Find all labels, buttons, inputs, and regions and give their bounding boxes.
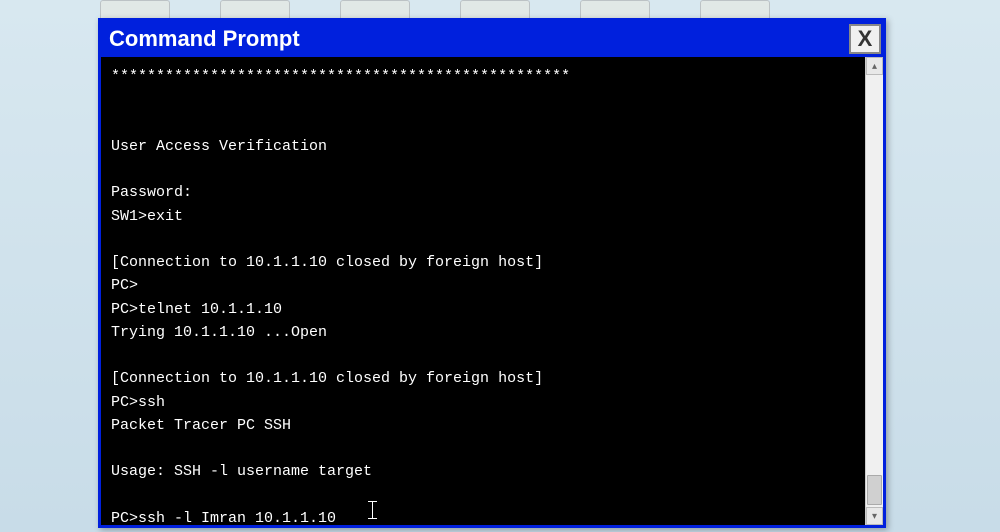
scroll-track[interactable] bbox=[866, 75, 883, 507]
close-button[interactable]: X bbox=[849, 24, 881, 54]
scroll-thumb[interactable] bbox=[867, 475, 882, 505]
terminal-output[interactable]: ****************************************… bbox=[101, 57, 865, 525]
scroll-down-arrow-icon[interactable]: ▾ bbox=[866, 507, 883, 525]
terminal-container: ****************************************… bbox=[101, 57, 883, 525]
command-prompt-window: Command Prompt X ***********************… bbox=[98, 18, 886, 528]
vertical-scrollbar[interactable]: ▴ ▾ bbox=[865, 57, 883, 525]
close-icon: X bbox=[858, 26, 873, 52]
scroll-up-arrow-icon[interactable]: ▴ bbox=[866, 57, 883, 75]
titlebar[interactable]: Command Prompt X bbox=[101, 21, 883, 57]
window-title: Command Prompt bbox=[109, 26, 300, 52]
